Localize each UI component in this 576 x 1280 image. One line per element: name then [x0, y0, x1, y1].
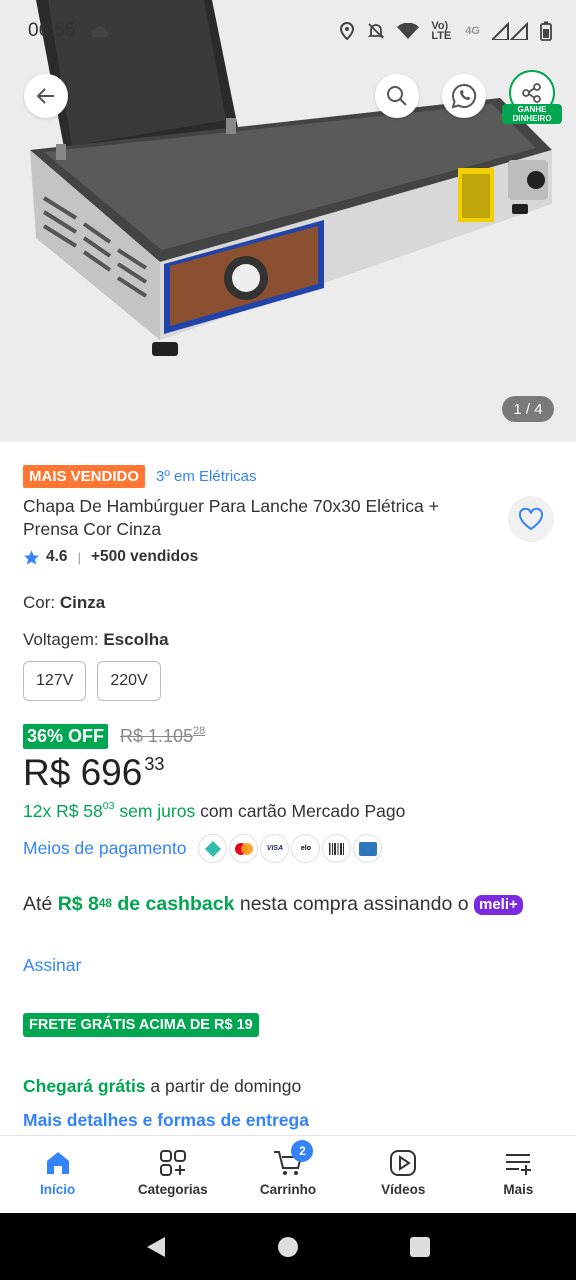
- pix-icon: [198, 834, 228, 863]
- volte-indicator: Vo) LTE: [431, 20, 452, 42]
- visa-icon: VISA: [260, 834, 290, 863]
- share-earn-button[interactable]: GANHE DINHEIRO: [502, 70, 562, 130]
- cart-count-badge: 2: [291, 1140, 314, 1162]
- whatsapp-icon: [451, 83, 477, 109]
- wifi-icon: [397, 23, 420, 39]
- voltage-option-220v[interactable]: 220V: [97, 661, 161, 701]
- cashback-amount: R$ 848 de cashback: [57, 893, 235, 915]
- installment-amount: 12x R$ 5803 sem juros: [23, 799, 196, 821]
- signal-icon: [492, 22, 528, 40]
- amex-icon: [353, 834, 383, 863]
- video-icon: [390, 1150, 417, 1176]
- earn-money-tag: GANHE DINHEIRO: [502, 104, 562, 124]
- system-recents-icon[interactable]: [409, 1236, 431, 1258]
- clock: 06:55: [28, 20, 76, 41]
- nav-home-label: Início: [39, 1182, 76, 1197]
- payment-methods-row[interactable]: Meios de pagamento VISA elo: [23, 834, 383, 863]
- payment-methods-link[interactable]: Meios de pagamento: [23, 838, 186, 859]
- system-back-icon[interactable]: [145, 1235, 167, 1259]
- nav-cart-label: Carrinho: [259, 1182, 317, 1197]
- heart-icon: [518, 507, 544, 531]
- voltage-option-127v[interactable]: 127V: [23, 661, 87, 701]
- cloud-icon: [90, 26, 109, 37]
- share-icon: [522, 83, 541, 103]
- elo-icon: elo: [291, 834, 321, 863]
- rating-value: 4.6: [46, 548, 68, 565]
- shipping-details-link[interactable]: Mais detalhes e formas de entrega: [23, 1110, 309, 1131]
- nav-more[interactable]: Mais: [461, 1136, 576, 1213]
- bottom-navigation: Início Categorias 2 Carrinho Vídeos Mais: [0, 1135, 576, 1213]
- voltage-label: Voltagem:: [23, 630, 99, 649]
- product-photo: [30, 0, 552, 356]
- color-variation: Cor: Cinza: [23, 593, 105, 613]
- menu-plus-icon: [506, 1154, 532, 1175]
- payment-icons: VISA elo: [198, 834, 383, 863]
- boleto-icon: [322, 834, 352, 863]
- categories-icon: [159, 1150, 186, 1176]
- free-shipping-banner: FRETE GRÁTIS ACIMA DE R$ 19: [23, 1013, 259, 1037]
- voltage-options: 127V 220V: [23, 661, 161, 701]
- product-image-gallery[interactable]: GANHE DINHEIRO 1 / 4: [0, 0, 576, 442]
- image-pager: 1 / 4: [502, 396, 554, 422]
- status-bar: 06:55 Vo) LTE 4G: [0, 0, 576, 62]
- color-label: Cor:: [23, 593, 56, 612]
- bell-off-icon: [368, 23, 385, 39]
- product-title: Chapa De Hambúrguer Para Lanche 70x30 El…: [23, 496, 439, 539]
- mastercard-icon: [229, 834, 259, 863]
- location-icon: [340, 22, 355, 40]
- search-button[interactable]: [375, 74, 419, 118]
- rating-separator: |: [77, 549, 81, 565]
- installment-card-text: com cartão Mercado Pago: [200, 801, 406, 821]
- nav-videos-label: Vídeos: [381, 1182, 426, 1197]
- rating-row[interactable]: 4.6 | +500 vendidos: [23, 548, 198, 566]
- system-home-icon[interactable]: [277, 1236, 299, 1258]
- nav-categories[interactable]: Categorias: [115, 1136, 230, 1213]
- search-icon: [387, 86, 407, 106]
- current-price: R$ 696 33: [23, 752, 165, 793]
- arrow-left-icon: [36, 88, 54, 104]
- favorite-button[interactable]: [508, 496, 554, 542]
- voltage-value: Escolha: [103, 630, 169, 649]
- installments: 12x R$ 5803 sem juros com cartão Mercado…: [23, 799, 406, 822]
- star-icon: [24, 549, 39, 565]
- nav-categories-label: Categorias: [137, 1182, 208, 1197]
- original-price: R$ 1.10528: [120, 724, 206, 746]
- whatsapp-button[interactable]: [442, 74, 486, 118]
- home-icon: [46, 1152, 69, 1174]
- battery-icon: [540, 21, 552, 41]
- product-screen: GANHE DINHEIRO 1 / 4 06:55 Vo) LTE 4G MA…: [0, 0, 576, 1280]
- cashback-info: Até R$ 848 de cashback nesta compra assi…: [23, 888, 543, 921]
- system-navigation-bar: [0, 1213, 576, 1280]
- color-value: Cinza: [59, 593, 106, 612]
- delivery-estimate: Chegará grátis a partir de domingo: [23, 1076, 302, 1096]
- meli-plus-logo: meli+: [474, 894, 523, 915]
- discount-row: 36% OFF R$ 1.10528: [23, 724, 205, 749]
- voltage-variation: Voltagem: Escolha: [23, 630, 169, 650]
- best-seller-badge: MAIS VENDIDO: [23, 465, 146, 488]
- highlight-row: MAIS VENDIDO 3º em Elétricas: [23, 465, 257, 488]
- back-button[interactable]: [24, 74, 68, 118]
- nav-videos[interactable]: Vídeos: [346, 1136, 461, 1213]
- nav-cart[interactable]: 2 Carrinho: [230, 1136, 345, 1213]
- subscribe-link[interactable]: Assinar: [23, 955, 81, 976]
- nav-home[interactable]: Início: [0, 1136, 115, 1213]
- category-rank-link[interactable]: 3º em Elétricas: [156, 468, 257, 485]
- network-type: 4G: [465, 25, 480, 37]
- sold-count: +500 vendidos: [90, 548, 199, 565]
- nav-more-label: Mais: [503, 1182, 534, 1197]
- discount-badge: 36% OFF: [23, 724, 109, 749]
